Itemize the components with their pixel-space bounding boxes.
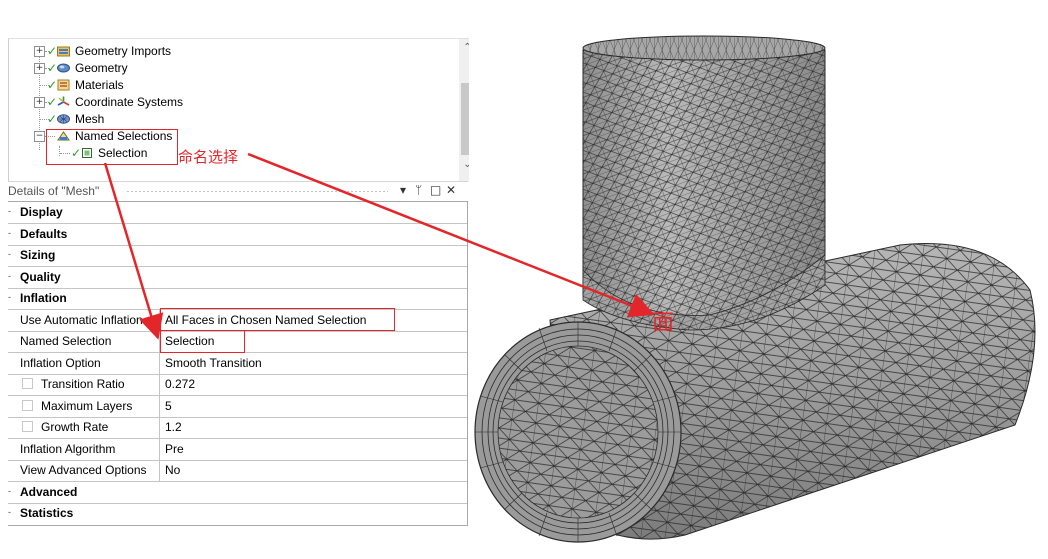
category-label: Inflation — [20, 291, 67, 305]
selection-value-highlight-box — [160, 330, 245, 353]
property-transition-ratio[interactable]: Transition Ratio 0.272 — [8, 374, 467, 396]
property-value[interactable]: No — [165, 463, 180, 477]
mesh-icon — [57, 114, 70, 124]
property-name: Inflation Option — [20, 356, 101, 370]
tree-item-label: Mesh — [75, 112, 105, 126]
parameter-checkbox[interactable] — [22, 421, 33, 432]
category-sizing[interactable]: - Sizing — [8, 245, 467, 267]
tree-item-materials[interactable]: ✓ Materials — [9, 77, 309, 94]
property-value[interactable]: Pre — [165, 442, 184, 456]
tree-scrollbar[interactable]: ⌃ ⌄ — [459, 39, 469, 182]
property-name: Maximum Layers — [41, 399, 133, 413]
scroll-down-icon[interactable]: ⌄ — [459, 158, 469, 172]
property-name: Named Selection — [20, 334, 112, 348]
category-defaults[interactable]: - Defaults — [8, 224, 467, 246]
check-icon: ✓ — [47, 44, 58, 58]
collapse-icon[interactable]: - — [8, 508, 12, 517]
pipe-end-cap — [474, 321, 682, 543]
vertical-pipe — [582, 35, 826, 317]
category-inflation[interactable]: - Inflation — [8, 288, 467, 310]
category-label: Quality — [20, 270, 61, 284]
property-inflation-option[interactable]: Inflation Option Smooth Transition — [8, 353, 467, 375]
category-statistics[interactable]: - Statistics — [8, 503, 467, 524]
category-label: Display — [20, 205, 63, 219]
header-grip[interactable] — [126, 190, 388, 193]
property-maximum-layers[interactable]: Maximum Layers 5 — [8, 396, 467, 418]
details-grid: - Display - Defaults - Sizing - Quality … — [8, 201, 468, 526]
property-name: Inflation Algorithm — [20, 442, 116, 456]
expand-icon[interactable]: + — [34, 63, 45, 74]
property-value[interactable]: 5 — [165, 399, 172, 413]
tree-item-label: Materials — [75, 78, 124, 92]
scroll-up-icon[interactable]: ⌃ — [459, 41, 469, 55]
collapse-icon[interactable]: - — [8, 207, 12, 216]
expand-icon[interactable]: + — [34, 97, 45, 108]
property-value[interactable]: 0.272 — [165, 377, 195, 391]
tree-item-geometry-imports[interactable]: + ✓ Geometry Imports — [9, 43, 309, 60]
tree-item-label: Geometry — [75, 61, 128, 75]
scroll-thumb[interactable] — [461, 83, 469, 155]
check-icon: ✓ — [47, 61, 58, 75]
property-name: Growth Rate — [41, 420, 109, 434]
tree-item-coordinate-systems[interactable]: + ✓ Coordinate Systems — [9, 94, 309, 111]
pin-icon[interactable]: ᛘ — [415, 183, 422, 197]
expand-icon[interactable]: + — [34, 46, 45, 57]
inflation-value-highlight-box — [160, 308, 395, 331]
parameter-checkbox[interactable] — [22, 378, 33, 389]
property-growth-rate[interactable]: Growth Rate 1.2 — [8, 417, 467, 439]
tree-item-label: Coordinate Systems — [75, 95, 184, 109]
category-quality[interactable]: - Quality — [8, 267, 467, 289]
property-name: Transition Ratio — [41, 377, 125, 391]
property-name: View Advanced Options — [20, 463, 147, 477]
geometry-icon — [57, 63, 70, 73]
property-view-advanced-options[interactable]: View Advanced Options No — [8, 460, 467, 482]
face-annotation: 面 — [652, 311, 675, 336]
category-label: Sizing — [20, 248, 56, 262]
collapse-icon[interactable]: - — [8, 293, 12, 302]
property-name: Use Automatic Inflation — [20, 313, 143, 327]
category-label: Defaults — [20, 227, 68, 241]
category-display[interactable]: - Display — [8, 202, 467, 224]
property-value[interactable]: 1.2 — [165, 420, 182, 434]
tree-item-label: Geometry Imports — [75, 44, 172, 58]
collapse-icon[interactable]: − — [34, 131, 45, 142]
coordinate-systems-icon — [57, 96, 70, 106]
tree-item-geometry[interactable]: + ✓ Geometry — [9, 60, 309, 77]
check-icon: ✓ — [47, 112, 58, 126]
geometry-imports-icon — [57, 46, 70, 57]
category-advanced[interactable]: - Advanced — [8, 482, 467, 504]
named-selection-annotation: 命名选择 — [178, 148, 239, 166]
collapse-icon[interactable]: - — [8, 250, 12, 259]
tree-item-mesh[interactable]: ✓ Mesh — [9, 111, 309, 128]
close-icon[interactable]: ✕ — [446, 183, 456, 197]
property-value[interactable]: Smooth Transition — [165, 356, 262, 370]
collapse-icon[interactable]: - — [8, 229, 12, 238]
details-title: Details of "Mesh" — [8, 184, 100, 198]
collapse-icon[interactable]: - — [8, 272, 12, 281]
named-selection-highlight-box — [46, 129, 178, 165]
mesh-viewport[interactable] — [470, 30, 1040, 550]
dropdown-icon[interactable]: ▾ — [400, 183, 406, 197]
property-inflation-algorithm[interactable]: Inflation Algorithm Pre — [8, 439, 467, 461]
restore-icon[interactable]: □ — [430, 183, 441, 197]
check-icon: ✓ — [47, 95, 58, 109]
collapse-icon[interactable]: - — [8, 487, 12, 496]
details-panel-header: Details of "Mesh" ▾ ᛘ □ ✕ — [8, 181, 468, 200]
parameter-checkbox[interactable] — [22, 400, 33, 411]
materials-icon — [57, 79, 70, 91]
check-icon: ✓ — [47, 78, 58, 92]
category-label: Advanced — [20, 485, 78, 499]
category-label: Statistics — [20, 506, 74, 520]
